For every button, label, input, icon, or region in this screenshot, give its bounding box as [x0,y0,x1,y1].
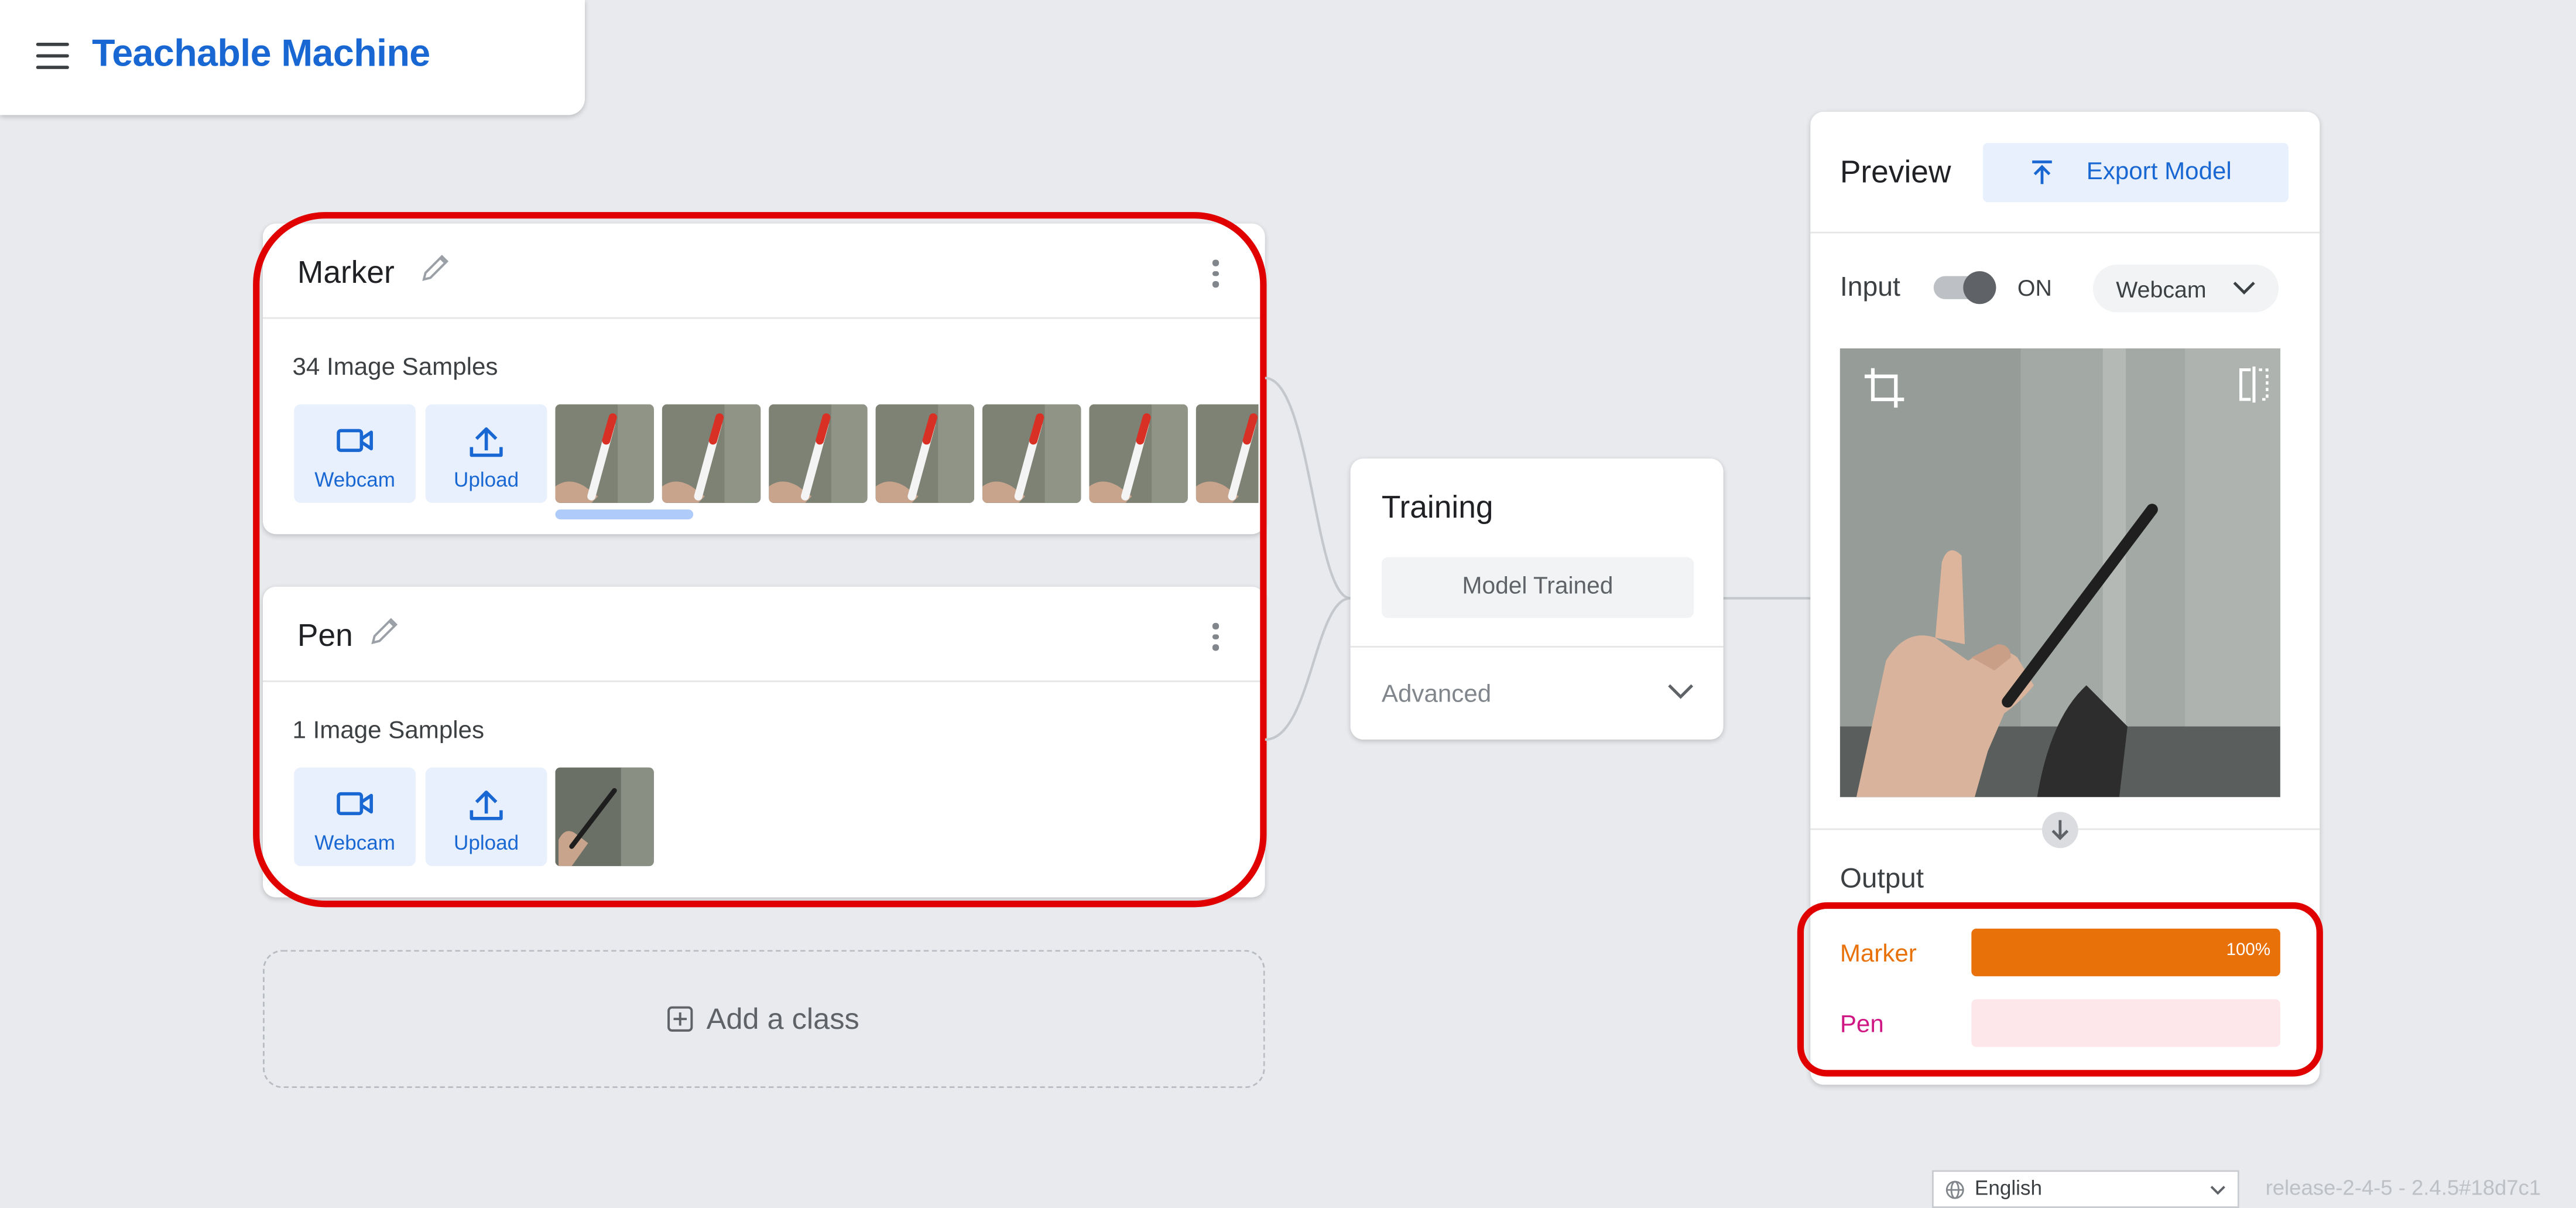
language-select[interactable]: English [1931,1170,2239,1208]
chevron-down-icon [2210,1186,2225,1195]
input-label: Input [1839,272,1900,303]
menu-icon[interactable] [36,42,69,69]
toggle-state: ON [2017,274,2052,301]
add-class-button[interactable]: Add a class [262,950,1265,1089]
add-box-icon [667,1006,693,1032]
chevron-down-icon [2233,282,2255,295]
language-value: English [1974,1176,2042,1200]
class-cards-highlight [253,212,1267,908]
app-header: Teachable Machine [0,0,585,115]
crop-icon[interactable] [1863,367,1906,409]
advanced-toggle[interactable]: Advanced [1382,680,1491,709]
webcam-feed [1839,348,2280,798]
input-source-select[interactable]: Webcam [2092,264,2279,313]
arrow-down-icon [2041,812,2078,848]
preview-title: Preview [1839,156,1951,191]
flip-icon[interactable] [2236,366,2272,403]
chevron-down-icon[interactable] [1667,684,1694,700]
input-source-value: Webcam [2116,276,2207,303]
training-card: Training Model Trained Advanced [1350,458,1724,740]
app-title[interactable]: Teachable Machine [92,31,430,76]
release-version: release-2-4-5 - 2.4.5#18d7c1 [2265,1175,2541,1200]
divider [1810,231,2320,234]
divider [1350,646,1724,648]
export-model-button[interactable]: Export Model [1982,143,2289,203]
export-model-label: Export Model [2086,158,2232,186]
train-model-button[interactable]: Model Trained [1381,557,1694,618]
output-highlight [1797,902,2323,1077]
output-label: Output [1839,863,1924,894]
globe-icon [1945,1180,1964,1199]
training-title: Training [1381,491,1493,526]
toggle-knob[interactable] [1963,271,1996,304]
add-class-label: Add a class [706,1002,859,1036]
export-upload-icon [2032,160,2052,184]
